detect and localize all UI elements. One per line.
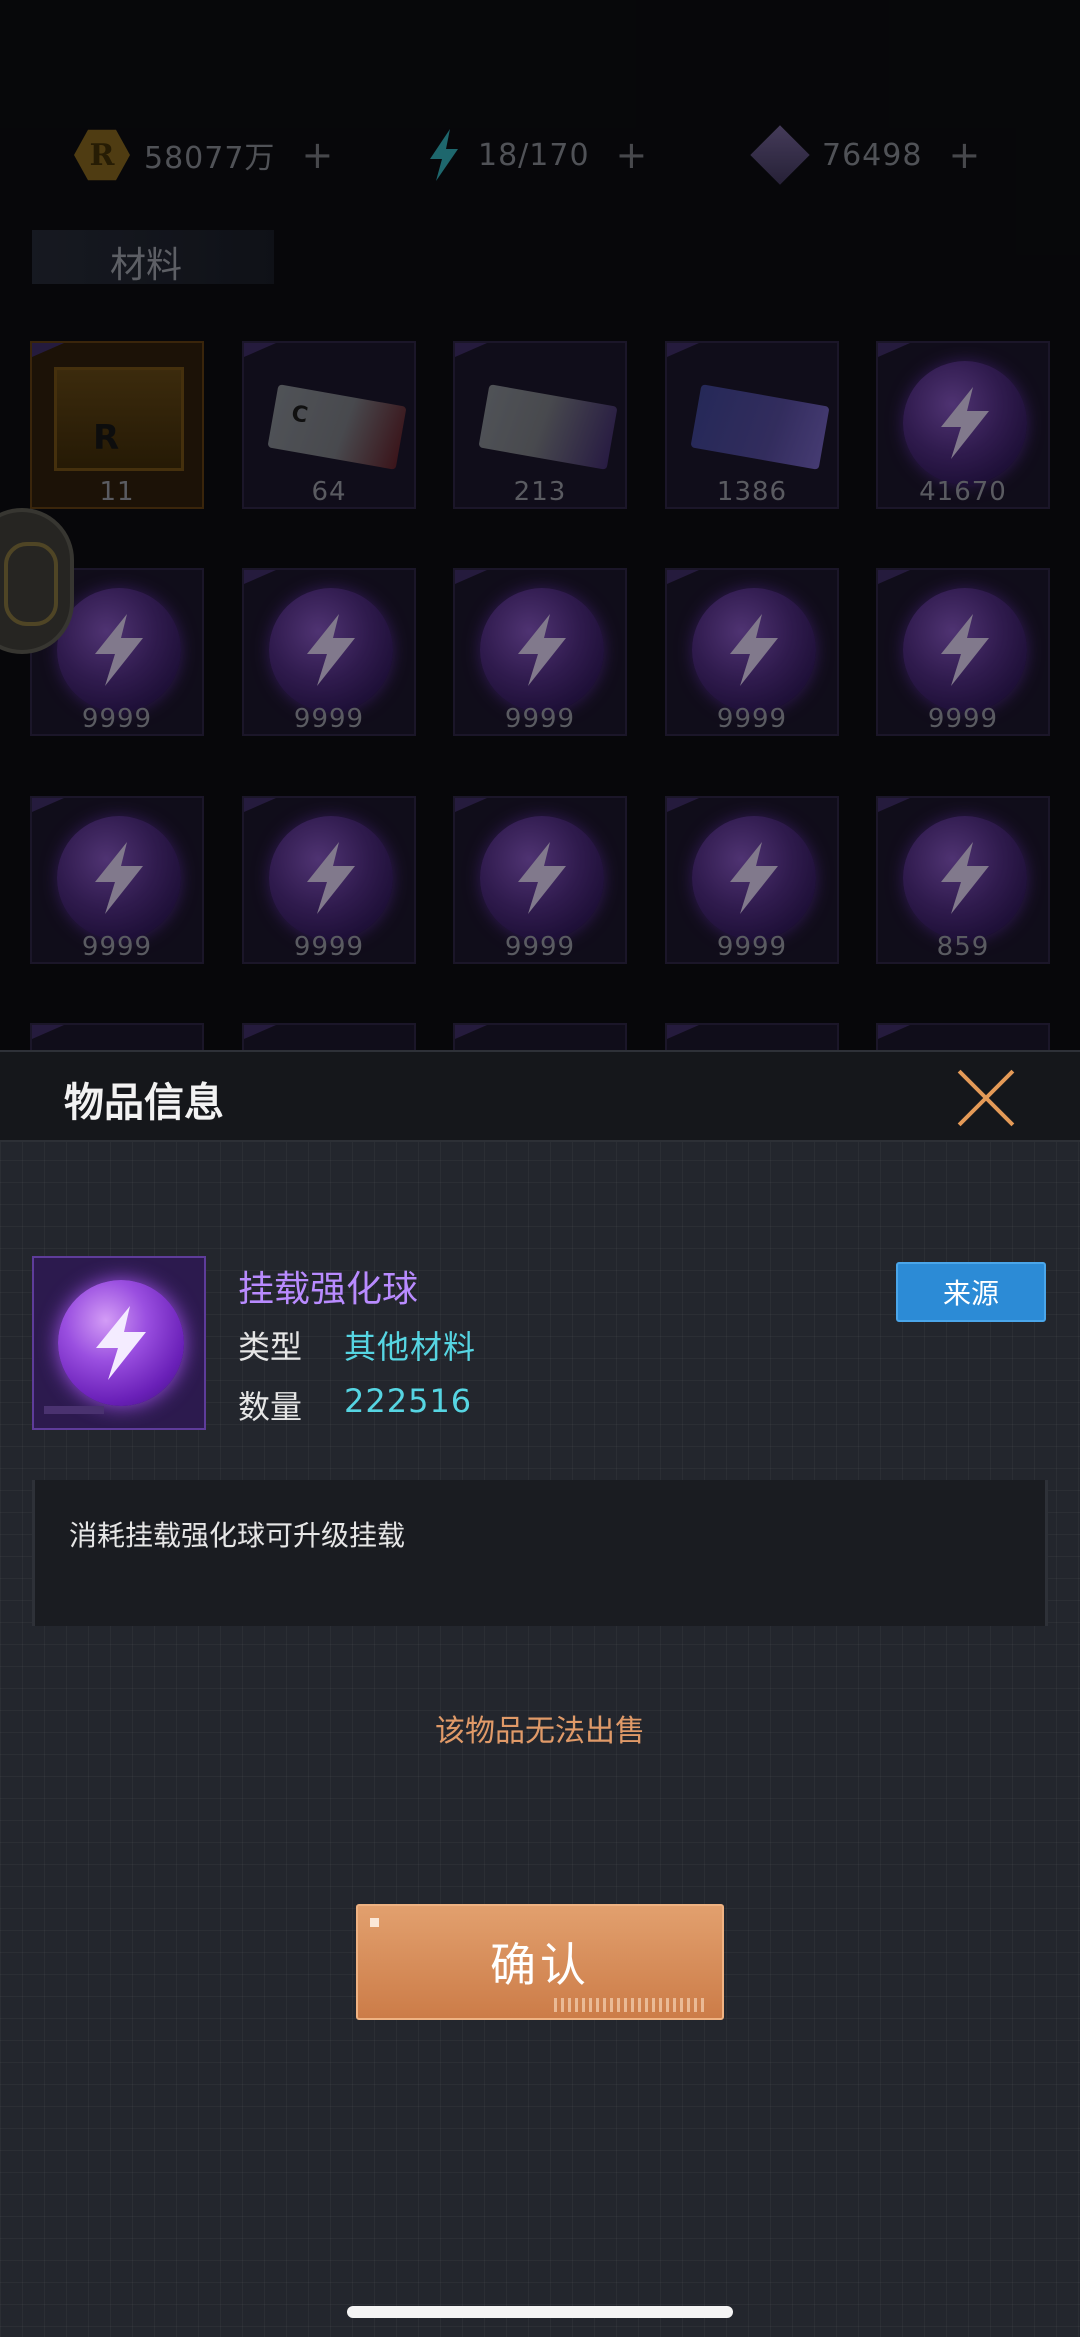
item-name: 挂载强化球 — [238, 1269, 419, 1310]
lightning-icon — [96, 1306, 146, 1380]
button-decoration — [370, 1918, 379, 1927]
item-description: 消耗挂载强化球可升级挂载 — [69, 1519, 406, 1552]
count-value: 222516 — [344, 1382, 473, 1420]
item-info-panel: 物品信息 挂载强化球 类型 其他材料 数量 222516 来源 消耗挂载强化球可… — [0, 1050, 1080, 2337]
item-icon — [32, 1256, 206, 1430]
source-button[interactable]: 来源 — [896, 1262, 1046, 1322]
modal-backdrop[interactable] — [0, 0, 1080, 1050]
no-sell-notice: 该物品无法出售 — [435, 1714, 645, 1749]
type-value: 其他材料 — [344, 1328, 477, 1366]
panel-header: 物品信息 — [0, 1050, 1080, 1142]
panel-title: 物品信息 — [64, 1080, 224, 1126]
description-box: 消耗挂载强化球可升级挂载 — [32, 1480, 1048, 1626]
enhance-orb-icon — [58, 1280, 184, 1406]
close-icon[interactable] — [952, 1066, 1020, 1130]
button-decoration — [554, 1998, 704, 2012]
confirm-button[interactable]: 确认 — [356, 1904, 724, 2020]
type-label: 类型 — [238, 1328, 303, 1366]
count-label: 数量 — [238, 1388, 303, 1426]
item-icon-tag — [44, 1406, 104, 1414]
confirm-button-label: 确认 — [490, 1938, 590, 1992]
home-indicator[interactable] — [347, 2306, 733, 2318]
